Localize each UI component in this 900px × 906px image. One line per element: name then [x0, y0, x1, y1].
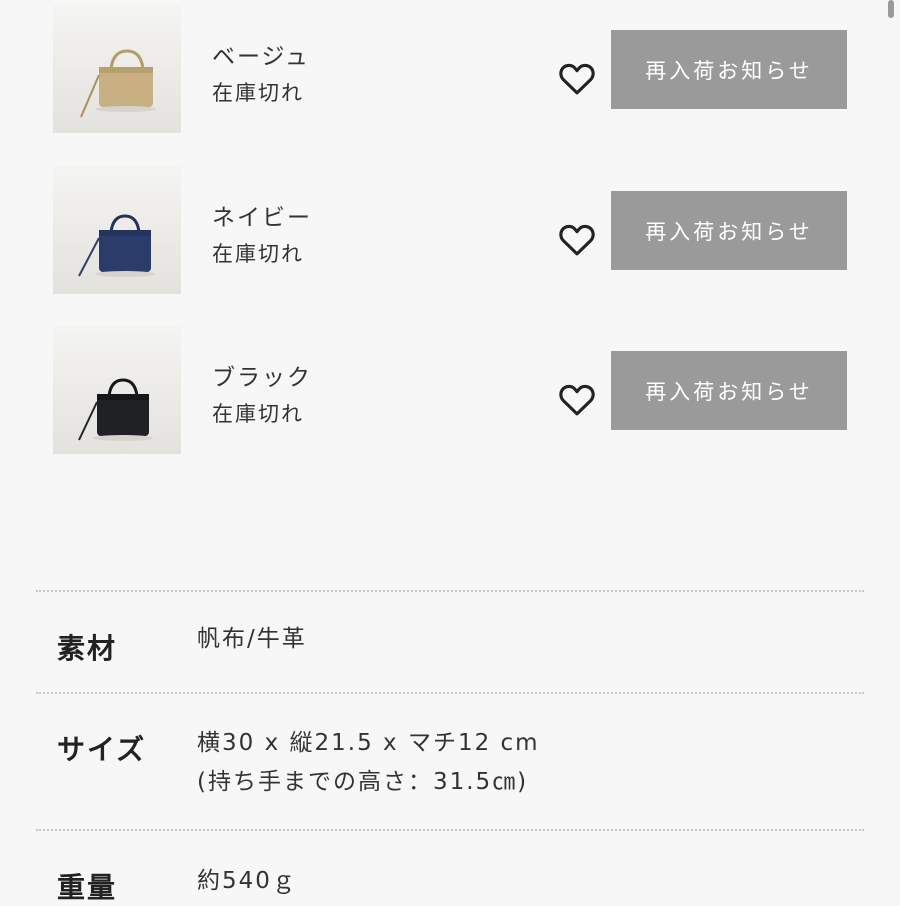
spec-value-material: 帆布/牛革 — [197, 626, 307, 652]
bag-image-beige — [80, 49, 156, 118]
divider — [36, 590, 864, 592]
spec-value-weight: 約540ｇ — [197, 868, 297, 894]
variant-row-navy: ネイビー 在庫切れ 再入荷お知らせ — [0, 166, 900, 296]
divider — [36, 829, 864, 831]
variant-row-beige: ベージュ 在庫切れ 再入荷お知らせ — [0, 5, 900, 135]
spec-label-size: サイズ — [57, 733, 147, 766]
bag-image-black — [78, 378, 153, 441]
spec-label-material: 素材 — [57, 632, 118, 665]
product-thumbnail-navy[interactable] — [53, 166, 181, 294]
variant-color-name: ベージュ — [212, 44, 310, 70]
restock-notify-button[interactable]: 再入荷お知らせ — [611, 30, 847, 109]
spec-value-size-line2: (持ち手までの高さ：31.5㎝) — [197, 769, 529, 795]
variant-color-name: ネイビー — [212, 205, 312, 231]
variant-row-black: ブラック 在庫切れ 再入荷お知らせ — [0, 326, 900, 456]
restock-notify-button[interactable]: 再入荷お知らせ — [611, 191, 847, 270]
bag-image-navy — [78, 214, 155, 277]
spec-label-weight: 重量 — [57, 871, 118, 904]
stock-status: 在庫切れ — [212, 242, 304, 266]
heart-icon[interactable] — [556, 57, 598, 99]
divider — [36, 692, 864, 694]
variant-color-name: ブラック — [212, 365, 312, 391]
heart-icon[interactable] — [556, 218, 598, 260]
product-thumbnail-black[interactable] — [53, 326, 181, 454]
stock-status: 在庫切れ — [212, 402, 304, 426]
product-thumbnail-beige[interactable] — [53, 5, 181, 133]
heart-icon[interactable] — [556, 378, 598, 420]
spec-value-size-line1: 横30 x 縦21.5 x マチ12 cm — [197, 730, 540, 756]
restock-notify-button[interactable]: 再入荷お知らせ — [611, 351, 847, 430]
stock-status: 在庫切れ — [212, 81, 304, 105]
